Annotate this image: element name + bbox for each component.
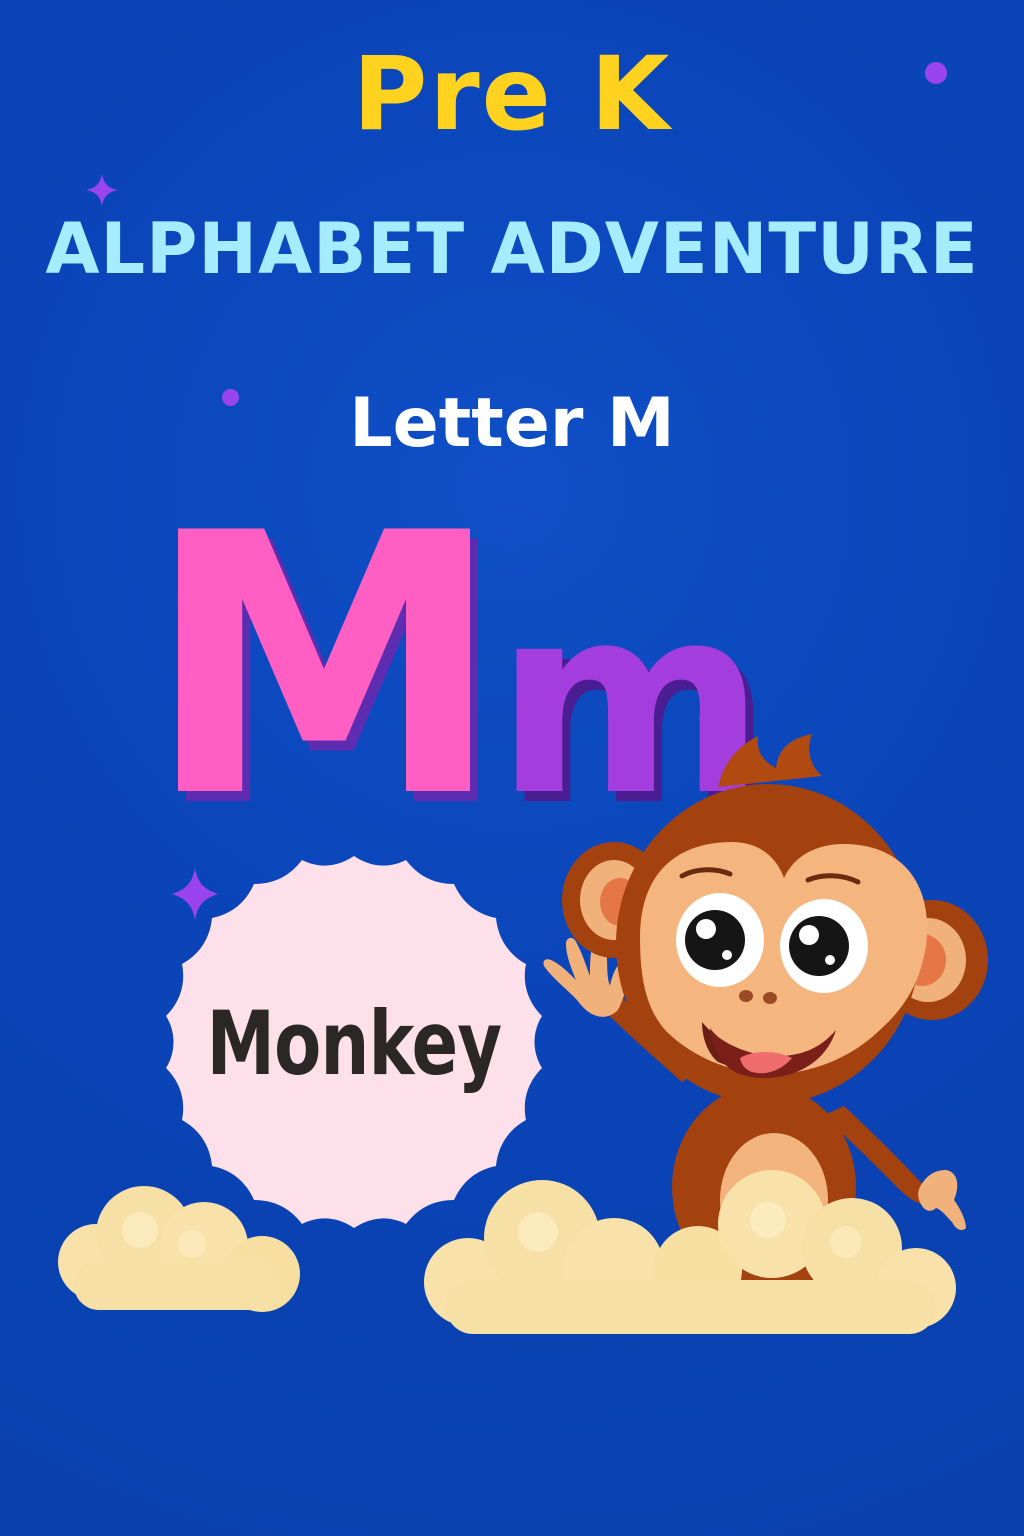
cloud-icon [416, 1170, 961, 1342]
cloud-icon [48, 1176, 310, 1318]
alphabet-adventure-title: ALPHABET ADVENTURE [45, 208, 979, 290]
dot-icon [925, 62, 947, 84]
pre-k-title: Pre K [352, 35, 672, 154]
poster: Pre K ALPHABET ADVENTURE Letter M M M m … [0, 0, 1024, 1536]
uppercase-letter: M [145, 457, 503, 876]
letter-label: Letter M [349, 384, 675, 463]
sparkle-icon [86, 174, 118, 206]
dot-icon [222, 389, 239, 406]
